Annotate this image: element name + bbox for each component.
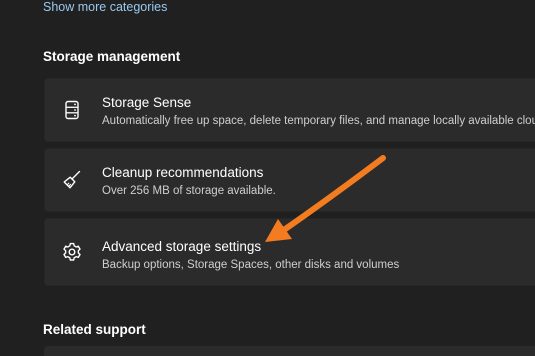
related-support-card[interactable] [44,346,535,356]
advanced-storage-settings-title: Advanced storage settings [102,239,262,254]
cleanup-recommendations-title: Cleanup recommendations [102,165,264,180]
storage-sense-subtitle: Automatically free up space, delete temp… [102,115,535,127]
storage-drive-icon [65,100,79,120]
advanced-storage-settings-card[interactable]: Advanced storage settings Backup options… [44,218,535,286]
broom-icon [63,170,81,189]
cleanup-recommendations-subtitle: Over 256 MB of storage available. [102,185,276,197]
storage-sense-title: Storage Sense [102,95,192,110]
show-more-categories-link[interactable]: Show more categories [43,0,167,15]
gear-icon [63,242,81,261]
advanced-storage-settings-subtitle: Backup options, Storage Spaces, other di… [102,259,400,271]
related-support-heading: Related support [43,322,146,337]
cleanup-recommendations-card[interactable]: Cleanup recommendations Over 256 MB of s… [44,148,535,212]
storage-sense-card[interactable]: Storage Sense Automatically free up spac… [44,78,535,142]
settings-page: Show more categories Storage management … [0,0,535,356]
storage-management-heading: Storage management [43,49,181,64]
